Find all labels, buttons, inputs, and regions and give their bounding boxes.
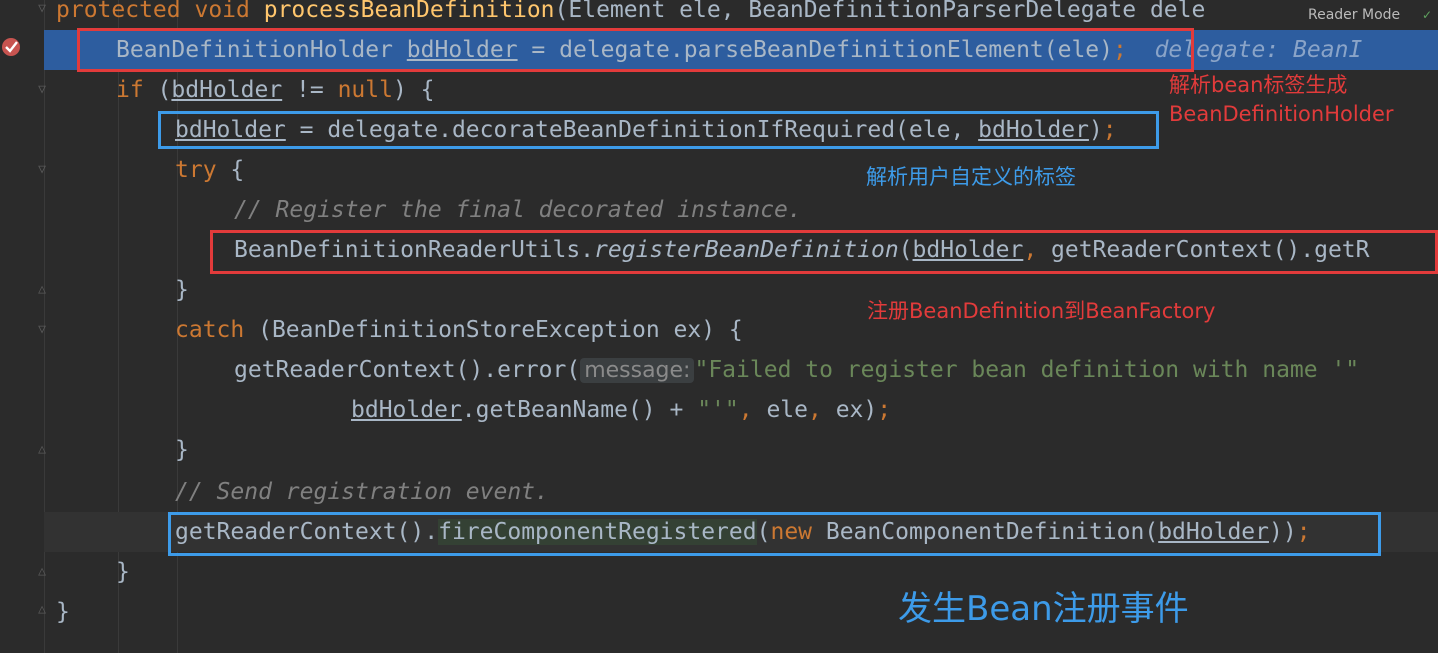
code-text: } [175,437,189,463]
semicolon: ; [877,397,892,423]
code-text: BeanDefinitionReaderUtils. [234,237,595,263]
code-line[interactable]: // Register the final decorated instance… [44,190,1438,230]
keyword: null [337,77,393,103]
method-name: fireComponentRegistered [438,519,757,545]
code-text: ) { [392,77,435,103]
variable: bdHolder [171,77,283,103]
variable: bdHolder [406,37,518,63]
code-text: { [216,157,245,183]
code-text: BeanComponentDefinition( [812,519,1159,545]
annotation-note-decorate: 解析用户自定义的标签 [866,165,1076,189]
code-line[interactable]: } [44,592,1438,632]
code-line[interactable]: } [44,430,1438,470]
code-text: ) [1088,117,1103,143]
code-text: ( [898,237,913,263]
inline-debug-value[interactable]: delegate: BeanI [1155,37,1363,63]
breakpoint-icon[interactable] [0,36,22,58]
annotation-note-parse-2: BeanDefinitionHolder [1169,102,1394,126]
code-line-current[interactable]: getReaderContext().fireComponentRegister… [44,512,1438,552]
code-text: } [116,559,130,585]
code-text: ex) [821,397,878,423]
string-literal: "Failed to register bean definition with… [694,357,1360,383]
string-literal: "'" [697,397,739,423]
code-text: BeanDefinitionHolder [116,37,407,63]
annotation-note-parse-1: 解析bean标签生成 [1169,73,1348,97]
keyword: catch [175,317,245,343]
code-line[interactable]: bdHolder.getBeanName() + "'", ele, ex); [44,390,1438,430]
code-text: (Element ele, BeanDefinitionParserDelega… [554,0,1206,23]
semicolon: ; [1102,117,1117,143]
code-text: } [175,277,189,303]
variable: bdHolder [1158,519,1269,545]
code-text: getReaderContext().getR [1037,237,1370,263]
check-icon: ✓ [1421,8,1432,22]
comma: , [738,397,753,423]
code-text: getReaderContext(). [175,519,439,545]
keyword: void [194,0,250,23]
variable: bdHolder [978,117,1089,143]
semicolon: ; [1113,37,1127,63]
comma: , [1023,237,1038,263]
code-text: getReaderContext().error( [234,357,581,383]
code-text: = delegate.parseBeanDefinitionElement(el… [517,37,1114,63]
code-line[interactable]: } [44,270,1438,310]
code-line[interactable]: catch (BeanDefinitionStoreException ex) … [44,310,1438,350]
code-line[interactable]: } [44,552,1438,592]
reader-mode-label: Reader Mode [1308,7,1401,23]
parameter-hint: message: [580,358,695,383]
comment: // Register the final decorated instance… [234,197,802,223]
code-line-execution-point[interactable]: BeanDefinitionHolder bdHolder = delegate… [44,30,1438,70]
code-text: ( [143,77,172,103]
comment: // Send registration event. [175,479,549,505]
static-method: registerBeanDefinition [594,237,899,263]
keyword: protected [56,0,181,23]
code-text: = delegate.decorateBeanDefinitionIfRequi… [285,117,979,143]
code-text: )) [1268,519,1297,545]
code-text: ele [752,397,808,423]
keyword: if [116,77,144,103]
code-line[interactable]: // Send registration event. [44,472,1438,512]
variable: bdHolder [351,397,462,423]
variable: bdHolder [912,237,1024,263]
reader-mode-toggle[interactable]: Reader Mode ✓ [1298,0,1438,30]
code-line[interactable]: BeanDefinitionReaderUtils.registerBeanDe… [44,230,1438,270]
semicolon: ; [1296,519,1311,545]
annotation-note-event: 发生Bean注册事件 [898,589,1189,629]
code-text: } [56,599,70,625]
keyword: try [175,157,217,183]
variable: bdHolder [175,117,286,143]
code-text: (BeanDefinitionStoreException ex) { [244,317,743,343]
method-name: processBeanDefinition [263,0,555,23]
code-line[interactable]: protected void processBeanDefinition(Ele… [44,0,1438,30]
code-line[interactable]: getReaderContext().error(message: "Failed… [44,350,1438,390]
code-line[interactable]: try { [44,150,1438,190]
code-text: .getBeanName() + [461,397,698,423]
code-text: ( [756,519,771,545]
editor-gutter[interactable]: ▽ ▽ ▽ △ ▽ △ △ △ [0,0,46,653]
keyword: new [770,519,813,545]
annotation-note-register: 注册BeanDefinition到BeanFactory [867,299,1216,323]
comma: , [807,397,822,423]
code-text: != [282,77,338,103]
